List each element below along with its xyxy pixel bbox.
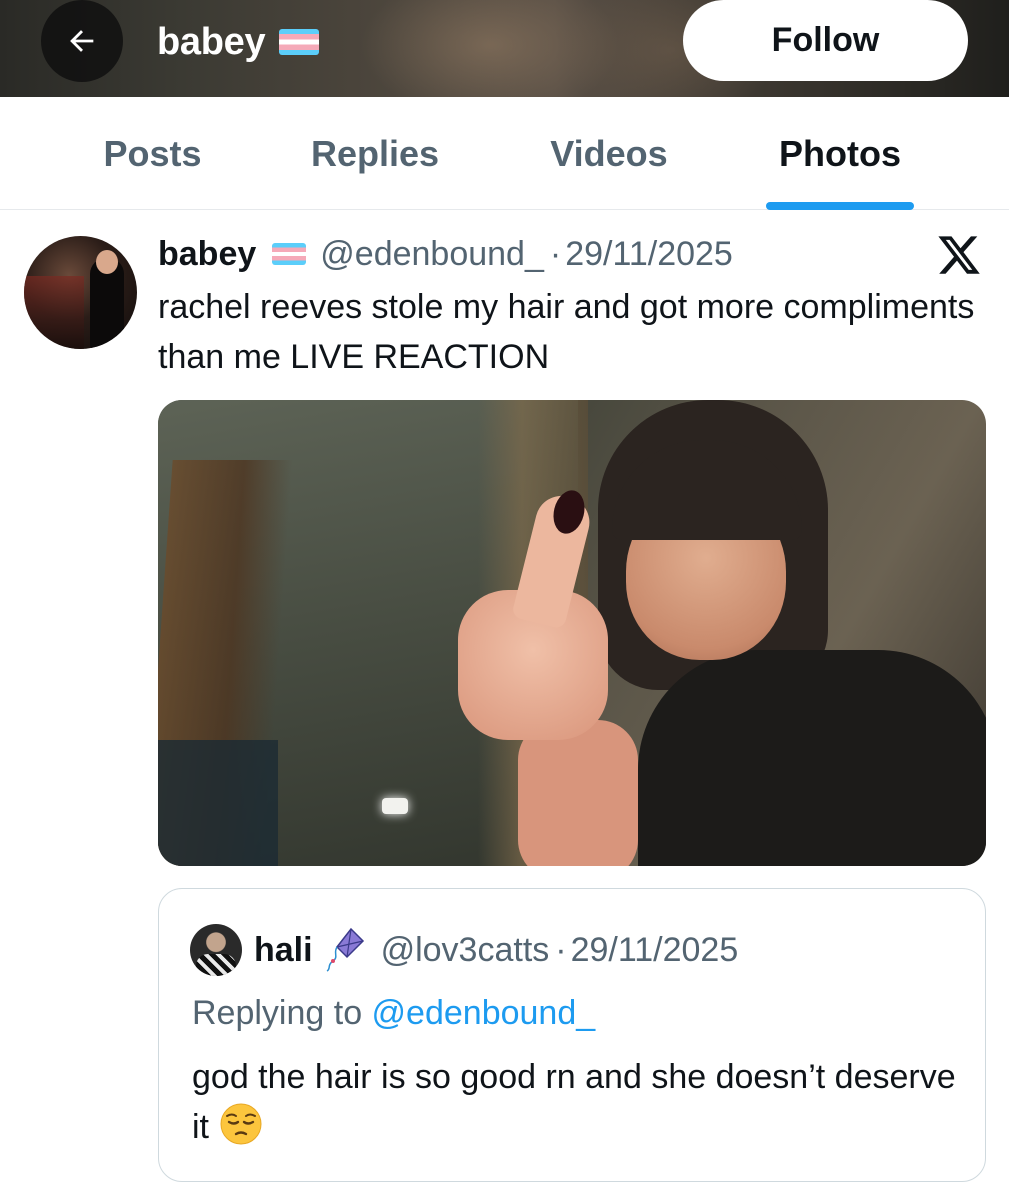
- avatar[interactable]: [190, 924, 242, 976]
- avatar[interactable]: [24, 236, 137, 349]
- tab-videos[interactable]: Videos: [525, 97, 693, 210]
- quoted-post-date[interactable]: 29/11/2025: [571, 931, 739, 970]
- quoted-author-name[interactable]: hali: [254, 931, 313, 970]
- quoted-author-handle[interactable]: @lov3catts: [381, 931, 550, 970]
- post-author-handle[interactable]: @edenbound_: [320, 235, 544, 274]
- profile-name: babey: [157, 20, 266, 63]
- profile-header: babey Follow: [0, 0, 1009, 97]
- tab-replies[interactable]: Replies: [290, 97, 460, 210]
- follow-button[interactable]: Follow: [683, 0, 968, 81]
- replying-to-label: Replying to: [192, 994, 372, 1032]
- transgender-flag-icon: [279, 29, 320, 55]
- profile-title: babey: [157, 17, 320, 67]
- post-date[interactable]: 29/11/2025: [565, 235, 733, 274]
- replying-to-line: Replying to @edenbound_: [192, 989, 595, 1037]
- pensive-face-emoji-icon: [220, 1103, 262, 1145]
- x-logo-icon: [938, 236, 980, 274]
- separator-dot: ·: [549, 234, 562, 273]
- tab-posts[interactable]: Posts: [70, 97, 235, 210]
- kite-emoji-icon: [326, 927, 364, 972]
- transgender-flag-icon: [272, 243, 307, 265]
- post-header: babey @edenbound_ · 29/11/2025: [158, 230, 733, 278]
- back-button[interactable]: [41, 0, 123, 82]
- active-tab-indicator: [766, 202, 914, 210]
- arrow-left-icon: [70, 30, 94, 52]
- tab-photos[interactable]: Photos: [752, 97, 928, 210]
- post-author-name[interactable]: babey: [158, 235, 256, 274]
- quoted-post-text: god the hair is so good rn and she doesn…: [192, 1052, 962, 1152]
- profile-tabs: Posts Replies Videos Photos: [0, 97, 1009, 210]
- quoted-post-header: hali @lov3catts · 29/11/2025: [254, 925, 738, 975]
- post-photo[interactable]: [158, 400, 986, 866]
- post-text: rachel reeves stole my hair and got more…: [158, 288, 975, 376]
- replying-to-mention[interactable]: @edenbound_: [372, 994, 596, 1032]
- quoted-post-body: god the hair is so good rn and she doesn…: [192, 1058, 956, 1146]
- separator-dot: ·: [555, 930, 567, 969]
- quoted-post[interactable]: hali @lov3catts · 29/11/2025 Replying to…: [158, 888, 986, 1182]
